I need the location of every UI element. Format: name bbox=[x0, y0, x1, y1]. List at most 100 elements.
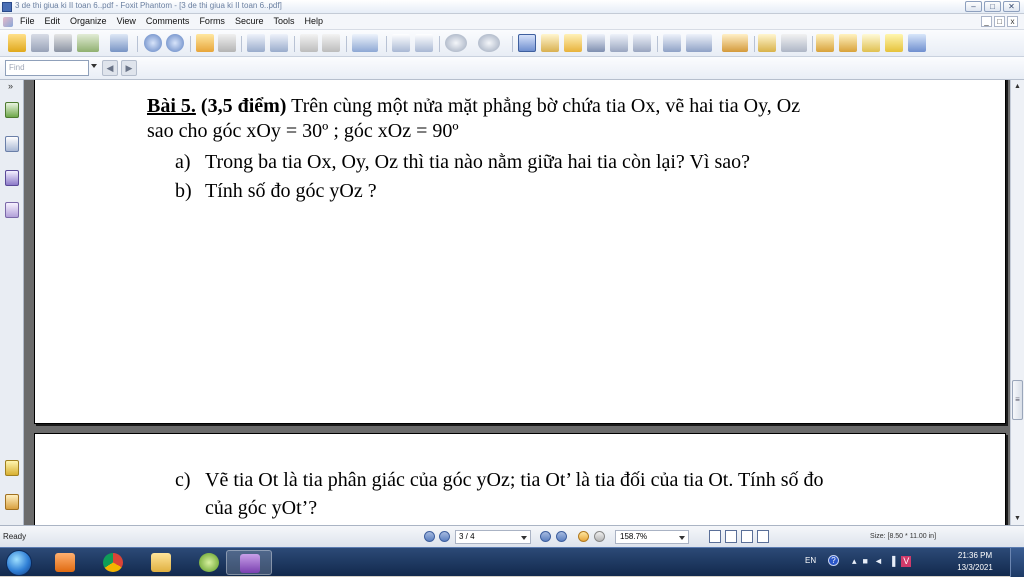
menu-comments[interactable]: Comments bbox=[146, 16, 190, 26]
hand-tool-icon[interactable] bbox=[518, 34, 536, 52]
open-icon[interactable] bbox=[8, 34, 26, 52]
help-icon[interactable]: ? bbox=[828, 555, 839, 566]
save-icon[interactable] bbox=[31, 34, 49, 52]
doc-close-button[interactable]: x bbox=[1007, 16, 1018, 27]
checklist-icon[interactable] bbox=[839, 34, 857, 52]
zoom-out-icon[interactable] bbox=[445, 34, 467, 52]
menu-view[interactable]: View bbox=[117, 16, 136, 26]
scroll-up-icon[interactable]: ▲ bbox=[1011, 80, 1024, 93]
menu-help[interactable]: Help bbox=[304, 16, 323, 26]
page-dropdown-icon[interactable] bbox=[521, 536, 527, 540]
tray-app-icon[interactable]: V bbox=[901, 556, 912, 567]
typewriter-icon[interactable] bbox=[610, 34, 628, 52]
print-icon[interactable] bbox=[54, 34, 72, 52]
zoom-dropdown-icon[interactable] bbox=[679, 536, 685, 540]
document-icon[interactable] bbox=[3, 17, 13, 27]
prev-page-icon[interactable] bbox=[144, 34, 162, 52]
zoom-level-input[interactable]: 158.7% bbox=[615, 530, 689, 544]
edit-icon[interactable] bbox=[686, 34, 712, 52]
taskbar-foxit[interactable] bbox=[226, 550, 272, 575]
minimize-button[interactable]: – bbox=[965, 1, 982, 12]
find-input[interactable]: Find bbox=[5, 60, 89, 76]
menu-tools[interactable]: Tools bbox=[273, 16, 294, 26]
doc-restore-button[interactable]: □ bbox=[994, 16, 1005, 27]
menu-secure[interactable]: Secure bbox=[235, 16, 264, 26]
email-icon[interactable] bbox=[77, 34, 99, 52]
binoculars-icon[interactable] bbox=[587, 34, 605, 52]
continuous-view-icon[interactable] bbox=[725, 530, 737, 543]
undo-icon[interactable] bbox=[300, 34, 318, 52]
snapshot-icon[interactable] bbox=[633, 34, 651, 52]
vertical-scrollbar[interactable]: ▲ ≡ ▼ bbox=[1010, 80, 1024, 525]
find-previous-button[interactable]: ◀ bbox=[102, 60, 118, 76]
bookmarks-icon[interactable] bbox=[5, 102, 19, 118]
doc-minimize-button[interactable]: _ bbox=[981, 16, 992, 27]
history-forward-icon[interactable] bbox=[594, 531, 605, 542]
comment-icon[interactable] bbox=[885, 34, 903, 52]
app-icon bbox=[2, 2, 12, 12]
pages-icon[interactable] bbox=[5, 136, 19, 152]
volume-icon[interactable]: ◄ bbox=[874, 556, 883, 567]
eraser-icon[interactable] bbox=[5, 202, 19, 218]
continuous-facing-view-icon[interactable] bbox=[757, 530, 769, 543]
status-text: Ready bbox=[3, 532, 27, 541]
select-tool-icon[interactable] bbox=[564, 34, 582, 52]
taskbar-chrome[interactable] bbox=[90, 550, 136, 575]
menu-organize[interactable]: Organize bbox=[70, 16, 107, 26]
next-page-status-icon[interactable] bbox=[540, 531, 551, 542]
previous-page-icon[interactable] bbox=[439, 531, 450, 542]
extract-icon[interactable] bbox=[247, 34, 265, 52]
form-icon[interactable] bbox=[663, 34, 681, 52]
maximize-button[interactable]: □ bbox=[984, 1, 1001, 12]
close-button[interactable]: ✕ bbox=[1003, 1, 1020, 12]
show-desktop-button[interactable] bbox=[1010, 548, 1024, 577]
tray-expand-icon[interactable]: ▴ bbox=[852, 556, 857, 567]
comments-panel-icon[interactable] bbox=[5, 460, 19, 476]
taskbar-media-player[interactable] bbox=[42, 550, 88, 575]
menu-file[interactable]: File bbox=[20, 16, 35, 26]
last-page-icon[interactable] bbox=[556, 531, 567, 542]
fit-width-icon[interactable] bbox=[415, 34, 433, 52]
facing-view-icon[interactable] bbox=[741, 530, 753, 543]
page-number-input[interactable]: 3 / 4 bbox=[455, 530, 531, 544]
navigation-panel: » bbox=[0, 80, 24, 525]
arrow-tool-icon[interactable] bbox=[908, 34, 926, 52]
next-page-icon[interactable] bbox=[166, 34, 184, 52]
insert-icon[interactable] bbox=[270, 34, 288, 52]
single-page-view-icon[interactable] bbox=[709, 530, 721, 543]
taskbar-explorer[interactable] bbox=[138, 550, 184, 575]
menu-forms[interactable]: Forms bbox=[199, 16, 225, 26]
zoom-icon[interactable] bbox=[352, 34, 378, 52]
start-button[interactable] bbox=[6, 550, 32, 576]
document-view[interactable]: Bài 5. (3,5 điểm) Trên cùng một nửa mặt … bbox=[24, 80, 1010, 525]
menu-edit[interactable]: Edit bbox=[45, 16, 61, 26]
select-text-icon[interactable] bbox=[541, 34, 559, 52]
redo-icon[interactable] bbox=[322, 34, 340, 52]
pencil-icon[interactable] bbox=[758, 34, 776, 52]
fit-page-icon[interactable] bbox=[392, 34, 410, 52]
scroll-down-icon[interactable]: ▼ bbox=[1011, 512, 1024, 525]
back-icon[interactable] bbox=[196, 34, 214, 52]
language-indicator[interactable]: EN bbox=[805, 556, 816, 565]
expand-panel-icon[interactable]: » bbox=[8, 81, 13, 91]
clock[interactable]: 21:36 PM 13/3/2021 bbox=[955, 550, 995, 574]
attachments-icon[interactable] bbox=[5, 494, 19, 510]
tray-flag-icon[interactable]: ■ bbox=[863, 556, 868, 567]
scroll-thumb[interactable]: ≡ bbox=[1012, 380, 1023, 420]
lock-icon[interactable] bbox=[781, 34, 807, 52]
item-c-text-1: Vẽ tia Ot là tia phân giác của góc yOz; … bbox=[205, 469, 824, 491]
find-dropdown-icon[interactable] bbox=[91, 64, 97, 68]
zoom-in-icon[interactable] bbox=[478, 34, 500, 52]
scan-icon[interactable] bbox=[110, 34, 128, 52]
menu-bar: File Edit Organize View Comments Forms S… bbox=[0, 14, 1024, 30]
forward-icon[interactable] bbox=[218, 34, 236, 52]
note-edit-icon[interactable] bbox=[816, 34, 834, 52]
history-back-icon[interactable] bbox=[578, 531, 589, 542]
layers-icon[interactable] bbox=[5, 170, 19, 186]
text-box-icon[interactable] bbox=[862, 34, 880, 52]
sign-icon[interactable] bbox=[722, 34, 748, 52]
network-icon[interactable]: ▐ bbox=[889, 556, 895, 567]
find-next-button[interactable]: ▶ bbox=[121, 60, 137, 76]
first-page-icon[interactable] bbox=[424, 531, 435, 542]
zoom-value: 158.7% bbox=[620, 532, 648, 541]
